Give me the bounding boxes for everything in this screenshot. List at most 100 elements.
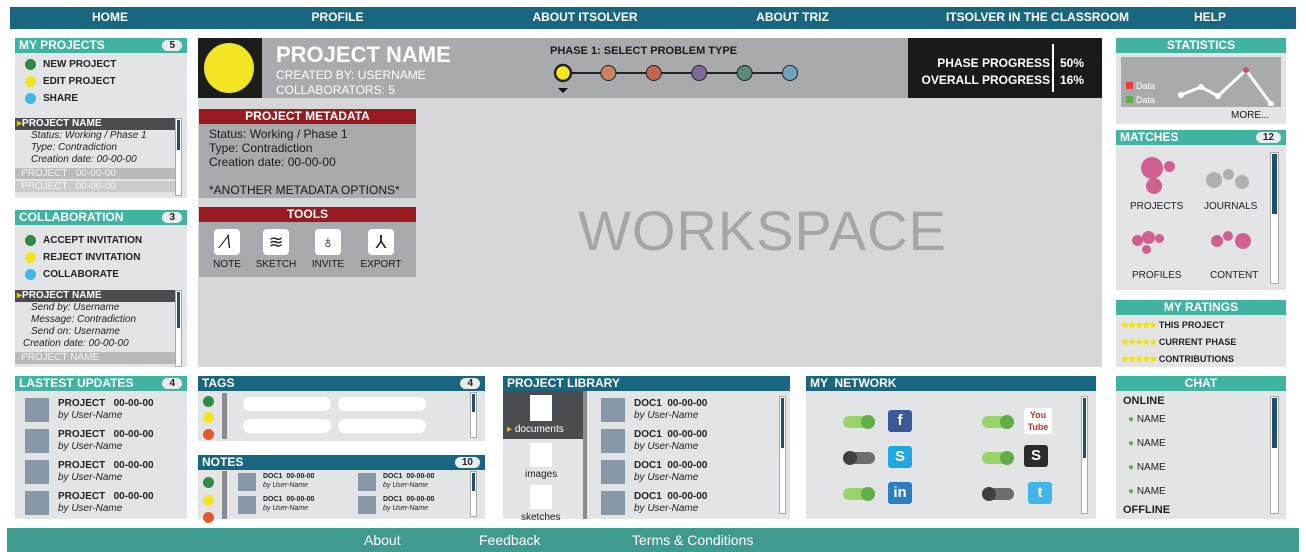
tool-export[interactable]: ⅄ EXPORT <box>359 229 403 270</box>
nav-itsolver-classroom[interactable]: ITSOLVER IN THE CLASSROOM <box>925 7 1150 28</box>
tool-note[interactable]: ⁄\ NOTE <box>207 229 247 270</box>
scribd-icon[interactable]: S <box>1024 445 1048 467</box>
share-button[interactable]: SHARE <box>15 90 187 107</box>
update-item[interactable]: PROJECT 00-00-00 by User-Name <box>25 458 175 486</box>
matches-title: MATCHES <box>1120 130 1179 144</box>
note-item[interactable]: DOC1 00-00-00 by User-Name <box>358 495 468 517</box>
rating-label: THIS PROJECT <box>1158 320 1225 330</box>
phase-6-node[interactable] <box>782 65 798 81</box>
statistics-chart: Data Data <box>1121 57 1281 107</box>
doc-title: DOC1 00-00-00 <box>634 491 708 502</box>
note-item[interactable]: DOC1 00-00-00 by User-Name <box>358 472 468 494</box>
rating-stars-icon: ★★★★★ <box>1121 320 1157 330</box>
tags-title: TAGS <box>202 376 235 390</box>
scribd-toggle[interactable] <box>982 451 1014 465</box>
update-item[interactable]: PROJECT 00-00-00 by User-Name <box>25 427 175 455</box>
statistics-more-link[interactable]: MORE... <box>1231 110 1269 121</box>
linkedin-toggle[interactable] <box>843 487 875 501</box>
chat-scrollbar[interactable] <box>1270 396 1279 514</box>
new-project-button[interactable]: NEW PROJECT <box>15 56 187 73</box>
chat-contact[interactable]: ● NAME <box>1128 414 1166 425</box>
library-doc[interactable]: DOC1 00-00-00 by User-Name <box>601 458 771 486</box>
project-list-item[interactable]: PROJECT 00-00-00 <box>15 168 175 179</box>
tag-pill[interactable] <box>338 397 426 411</box>
skype-toggle[interactable] <box>843 451 875 465</box>
nav-about-itsolver[interactable]: ABOUT ITSOLVER <box>510 7 660 28</box>
cyan-dot-icon <box>25 92 36 104</box>
facebook-toggle[interactable] <box>843 415 875 429</box>
project-status: Status: Working / Phase 1 <box>31 130 147 141</box>
collaborate-label: COLLABORATE <box>43 269 119 280</box>
chat-contact[interactable]: ● NAME <box>1128 438 1166 449</box>
linkedin-icon[interactable]: in <box>888 482 912 504</box>
update-title: PROJECT 00-00-00 <box>58 429 154 440</box>
matches-header: MATCHES 12 <box>1116 130 1286 145</box>
selected-project[interactable]: ▸PROJECT NAME Status: Working / Phase 1 … <box>15 118 175 166</box>
folder-sketches[interactable]: sketches <box>503 481 583 523</box>
my-projects-scrollbar[interactable] <box>175 118 182 196</box>
yellow-dot-icon <box>203 495 214 507</box>
phase-1-node[interactable] <box>553 63 573 83</box>
rating-contributions[interactable]: ★★★★★ CONTRIBUTIONS <box>1121 351 1286 368</box>
matches-scrollbar[interactable] <box>1270 152 1279 284</box>
project-list-item[interactable]: PROJECT 00-00-00 <box>15 181 175 192</box>
rating-current-phase[interactable]: ★★★★★ CURRENT PHASE <box>1121 334 1286 351</box>
nav-about-triz[interactable]: ABOUT TRIZ <box>735 7 850 28</box>
phase-4-node[interactable] <box>691 65 708 81</box>
tool-invite[interactable]: ♁ INVITE <box>308 229 348 270</box>
tool-sketch[interactable]: ≋ SKETCH <box>254 229 298 270</box>
match-content[interactable]: CONTENT <box>1201 225 1271 285</box>
update-item[interactable]: PROJECT 00-00-00 by User-Name <box>25 396 175 424</box>
reject-invitation-button[interactable]: REJECT INVITATION <box>15 249 187 266</box>
collaborate-button[interactable]: COLLABORATE <box>15 266 187 283</box>
pdf-icon: ⅄ <box>368 229 394 255</box>
phase-2-node[interactable] <box>600 65 617 81</box>
tag-pill[interactable] <box>338 419 426 433</box>
footer-about-link[interactable]: About <box>364 532 401 548</box>
youtube-toggle[interactable] <box>982 415 1014 429</box>
nav-home[interactable]: HOME <box>70 7 150 28</box>
phase-5-node[interactable] <box>736 65 753 81</box>
tags-scrollbar[interactable] <box>470 392 477 438</box>
match-journals[interactable]: JOURNALS <box>1201 155 1271 215</box>
accept-invitation-button[interactable]: ACCEPT INVITATION <box>15 232 187 249</box>
library-doc[interactable]: DOC1 00-00-00 by User-Name <box>601 396 771 424</box>
folder-images-label: images <box>525 469 558 480</box>
tag-pill[interactable] <box>243 397 331 411</box>
library-doc[interactable]: DOC1 00-00-00 by User-Name <box>601 427 771 455</box>
chat-contact[interactable]: ● NAME <box>1128 462 1166 473</box>
match-projects[interactable]: PROJECTS <box>1126 155 1186 215</box>
facebook-icon[interactable]: f <box>888 410 912 432</box>
match-profiles[interactable]: PROFILES <box>1126 225 1186 285</box>
notes-scrollbar[interactable] <box>470 471 477 517</box>
chat-contact[interactable]: ● NAME <box>1128 486 1166 497</box>
library-scrollbar[interactable] <box>779 396 786 514</box>
collaboration-scrollbar[interactable] <box>175 290 182 367</box>
selected-invitation[interactable]: ▸PROJECT NAME <box>15 290 175 302</box>
skype-icon[interactable]: S <box>888 446 912 468</box>
footer-feedback-link[interactable]: Feedback <box>479 532 540 548</box>
notes-title: NOTES <box>202 455 244 469</box>
phase-3-node[interactable] <box>645 65 662 81</box>
rating-this-project[interactable]: ★★★★★ THIS PROJECT <box>1121 317 1286 334</box>
nav-profile[interactable]: PROFILE <box>290 7 385 28</box>
invitation-list-item[interactable]: PROJECT NAME <box>15 352 175 364</box>
note-item[interactable]: DOC1 00-00-00 by User-Name <box>238 472 348 494</box>
note-item[interactable]: DOC1 00-00-00 by User-Name <box>238 495 348 517</box>
tag-pill[interactable] <box>243 419 331 433</box>
folder-images[interactable]: images <box>503 439 583 481</box>
footer-terms-link[interactable]: Terms & Conditions <box>632 532 753 548</box>
twitter-icon[interactable]: t <box>1028 482 1052 504</box>
folder-documents[interactable]: ▸ documents <box>503 391 583 439</box>
network-scrollbar[interactable] <box>1081 396 1088 514</box>
nav-help[interactable]: HELP <box>1170 7 1250 28</box>
edit-project-button[interactable]: EDIT PROJECT <box>15 73 187 90</box>
update-item[interactable]: PROJECT 00-00-00 by User-Name <box>25 489 175 517</box>
overall-progress-value: 16% <box>1060 73 1085 87</box>
phase-progress-label: PHASE PROGRESS <box>937 56 1050 70</box>
twitter-toggle[interactable] <box>982 487 1014 501</box>
youtube-icon[interactable]: You Tube <box>1024 408 1052 434</box>
metadata-more-options[interactable]: *ANOTHER METADATA OPTIONS* <box>209 183 406 197</box>
tools-panel: TOOLS ⁄\ NOTE ≋ SKETCH ♁ INVITE ⅄ EXPORT <box>199 207 416 277</box>
library-doc[interactable]: DOC1 00-00-00 by User-Name <box>601 489 771 517</box>
